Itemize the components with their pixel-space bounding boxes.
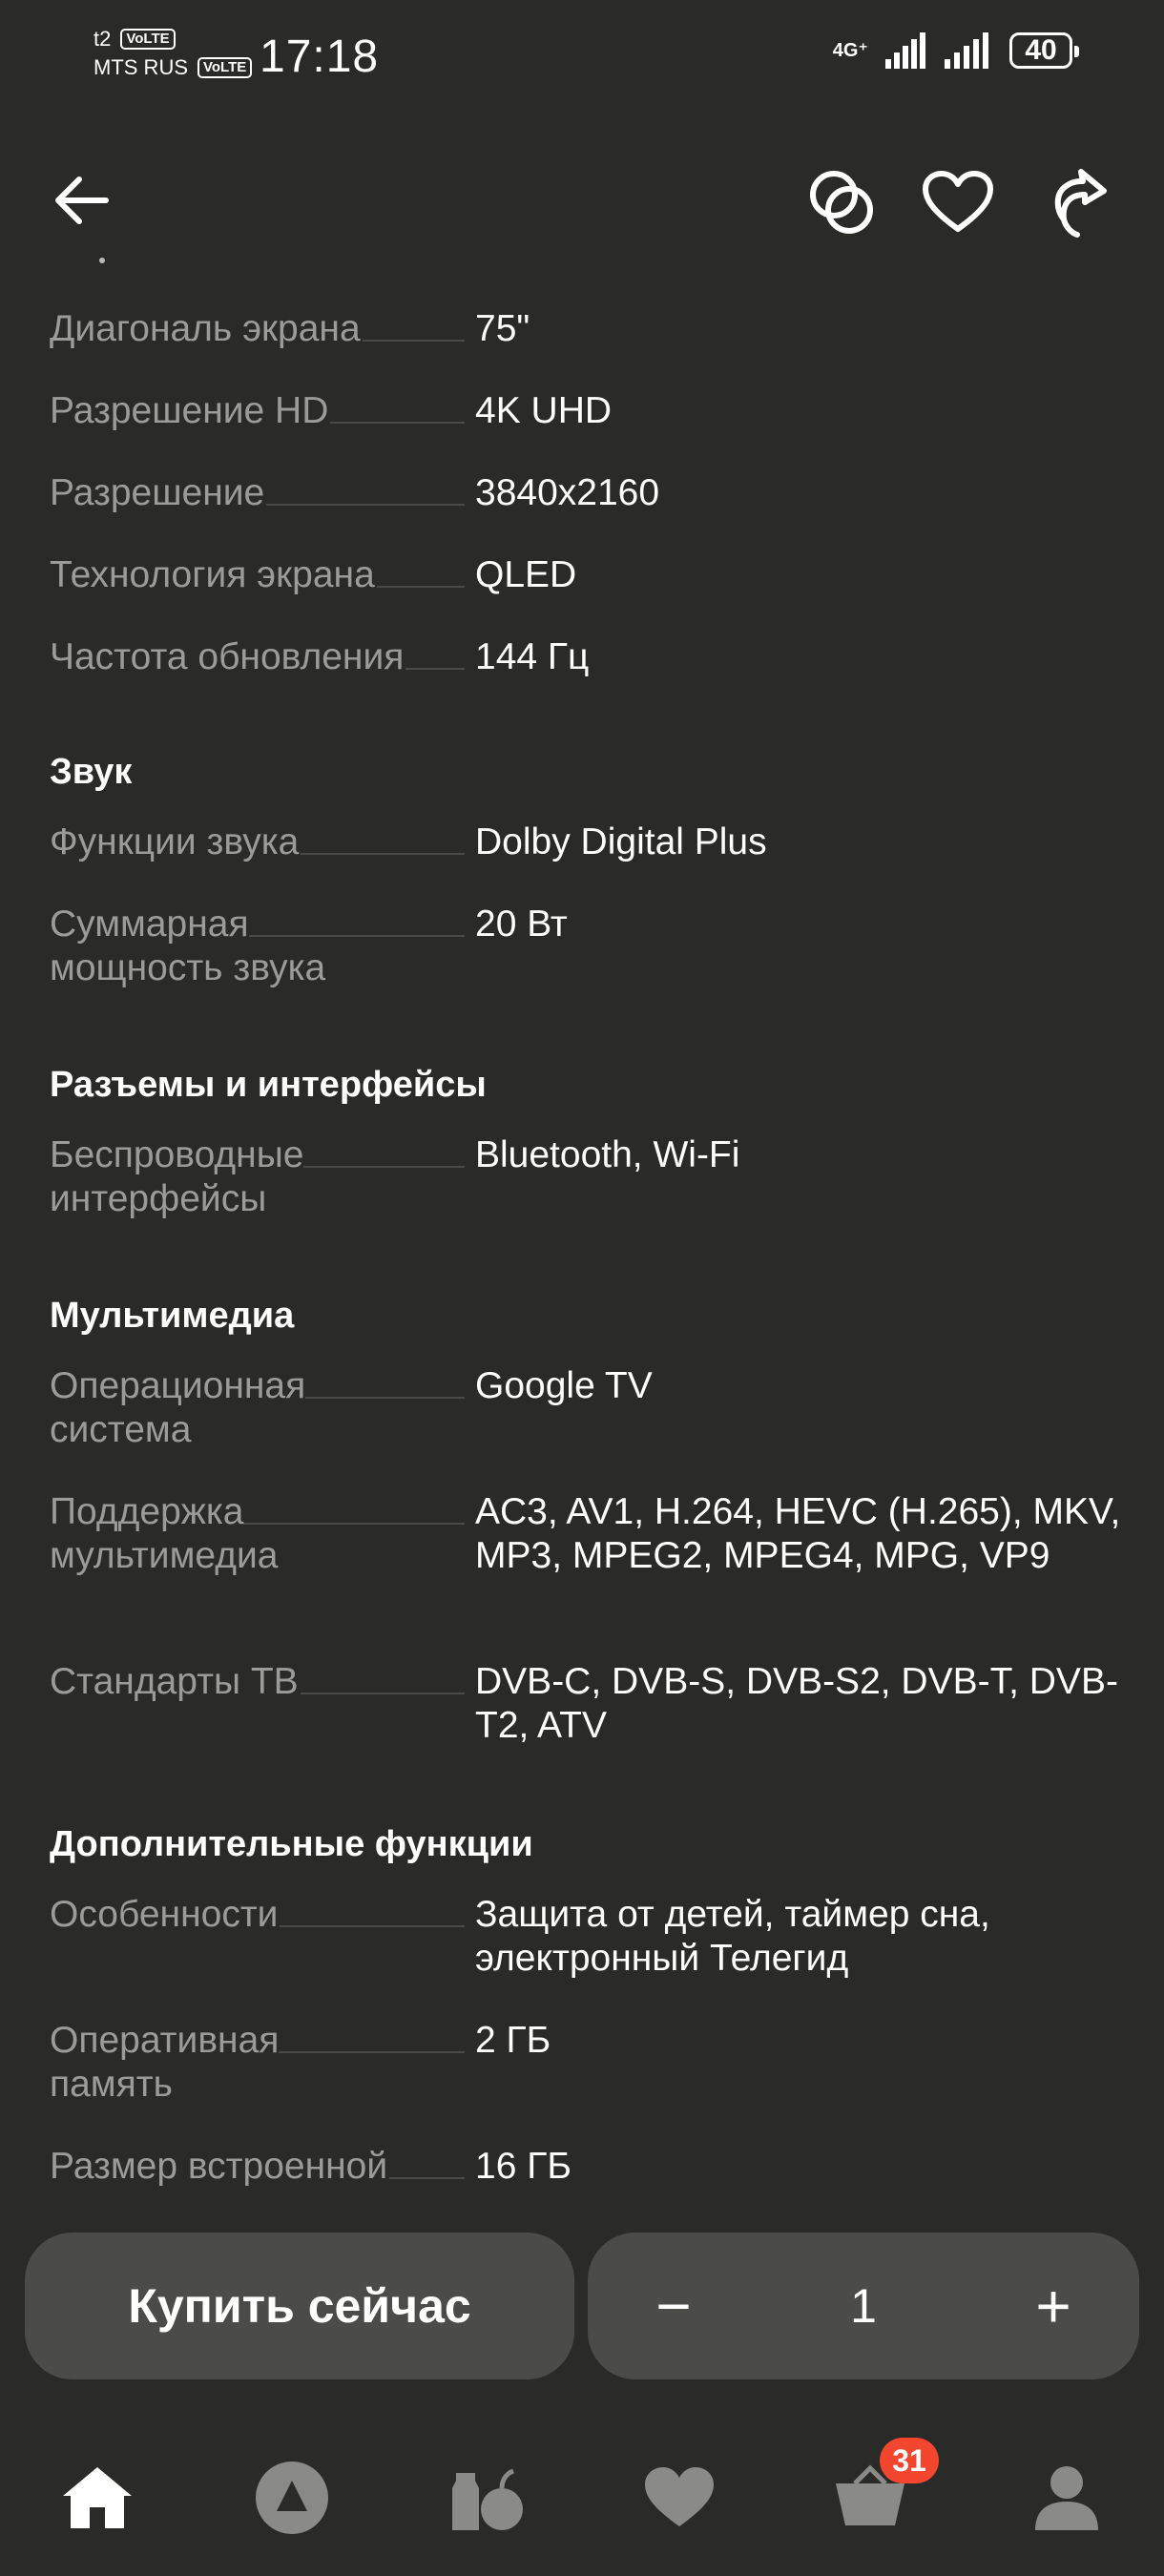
carrier-2: MTS RUS	[94, 55, 188, 79]
nav-home[interactable]	[50, 2450, 145, 2545]
grocery-icon	[452, 2468, 523, 2530]
spec-name: Беспроводные интерфейсы	[50, 1134, 304, 1219]
spec-value: QLED	[475, 554, 577, 595]
nav-favorites[interactable]	[632, 2450, 727, 2545]
decrease-quantity-button[interactable]: −	[616, 2233, 731, 2379]
spec-name: Технология экрана	[50, 554, 377, 595]
increase-quantity-button[interactable]: +	[996, 2233, 1111, 2379]
spec-name: Разрешение	[50, 472, 267, 513]
spec-name: Особенности	[50, 1894, 281, 1935]
top-app-bar	[0, 143, 1164, 258]
spec-value: Dolby Digital Plus	[475, 821, 767, 862]
clock: 17:18	[260, 31, 380, 82]
share-button[interactable]	[1032, 156, 1120, 248]
nav-grocery[interactable]	[441, 2450, 536, 2545]
spec-name: Размер встроенной	[50, 2146, 390, 2187]
volte-badge-1: VoLTE	[120, 29, 176, 50]
arrow-left-icon	[55, 177, 109, 224]
spec-name: Частота обновления	[50, 636, 406, 677]
favorite-button[interactable]	[914, 158, 1002, 246]
signal-icon-2	[945, 32, 988, 69]
section-title-sound: Звук	[50, 752, 133, 792]
heart-icon	[645, 2467, 714, 2526]
status-icons: 4G⁺ 40	[832, 32, 1079, 69]
carrier-1: t2	[94, 27, 112, 51]
carrier-info: t2 VoLTE MTS RUS VoLTE	[94, 25, 253, 82]
compare-circles-icon	[810, 171, 873, 234]
spec-value: Google TV	[475, 1365, 653, 1406]
spec-value: AC3, AV1, H.264, HEVC (H.265), MKV, MP3,…	[475, 1491, 1121, 1576]
spec-name: Операционная система	[50, 1365, 306, 1450]
heart-outline-icon	[923, 171, 993, 232]
nav-alice[interactable]	[244, 2450, 340, 2545]
section-title-ports: Разъемы и интерфейсы	[50, 1065, 487, 1105]
share-arrow-icon	[1054, 169, 1107, 238]
section-title-extra: Дополнительные функции	[50, 1824, 533, 1864]
spec-name: Диагональ экрана	[50, 308, 363, 349]
spec-name: Стандарты ТВ	[50, 1661, 301, 1702]
signal-icon	[885, 32, 925, 69]
back-button[interactable]	[38, 162, 124, 239]
spec-name: Поддержка мультимедиа	[50, 1491, 281, 1576]
volte-badge-2: VoLTE	[197, 57, 253, 78]
spec-value: 4K UHD	[475, 390, 613, 431]
spec-value: 3840x2160	[475, 472, 660, 513]
spec-value: 144 Гц	[475, 636, 590, 677]
home-icon	[63, 2467, 132, 2528]
quantity-stepper: 1 − +	[588, 2233, 1139, 2379]
status-bar: t2 VoLTE MTS RUS VoLTE 17:18 4G⁺ 40	[0, 0, 1164, 124]
spec-name: Функции звука	[50, 821, 301, 862]
spec-value: 20 Вт	[475, 904, 568, 945]
buy-panel: Купить сейчас 1 − +	[0, 2212, 1164, 2402]
spec-name: Оперативная память	[50, 2020, 280, 2105]
cart-badge: 31	[880, 2438, 939, 2483]
section-title-multimedia: Мультимедиа	[50, 1296, 295, 1336]
spec-value: Bluetooth, Wi-Fi	[475, 1134, 740, 1175]
buy-now-button[interactable]: Купить сейчас	[25, 2233, 574, 2379]
spec-value: 75"	[475, 308, 530, 349]
compare-button[interactable]	[798, 158, 885, 246]
spec-value: 16 ГБ	[475, 2146, 572, 2187]
profile-icon	[1035, 2466, 1098, 2530]
nav-profile[interactable]	[1019, 2450, 1114, 2545]
spec-name: Суммарная мощность звука	[50, 904, 328, 988]
bottom-navigation	[0, 2402, 1164, 2576]
network-type: 4G⁺	[832, 40, 868, 61]
specs-content: Диагональ экрана 75" Разрешение HD 4K UH…	[0, 258, 1164, 2204]
alice-icon	[256, 2462, 328, 2534]
cut-off-text-fragment	[99, 258, 105, 263]
spec-value: 2 ГБ	[475, 2020, 551, 2061]
spec-name: Разрешение HD	[50, 390, 331, 431]
spec-value: Защита от детей, таймер сна, электронный…	[475, 1894, 990, 1979]
battery-indicator: 40	[1009, 32, 1079, 69]
spec-value: DVB-C, DVB-S, DVB-S2, DVB-T, DVB-T2, ATV	[475, 1661, 1118, 1746]
